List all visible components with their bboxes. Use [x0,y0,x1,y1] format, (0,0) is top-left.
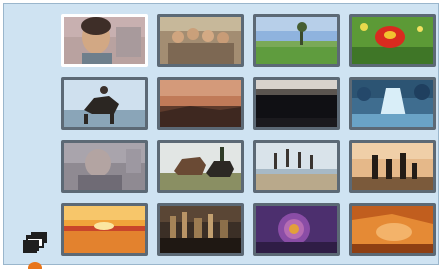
thumbnail-city-skyline[interactable] [157,203,244,256]
thumbnail-portrait-child[interactable] [61,14,148,67]
thumbnail-group-family[interactable] [157,14,244,67]
gallery-panel [3,3,439,265]
thumbnail-purple-flower[interactable] [253,203,340,256]
thumbnail-horse-rider[interactable] [61,77,148,130]
thumbnail-sunset-water[interactable] [61,203,148,256]
thumbnail-people-jumping-beach[interactable] [253,140,340,193]
thumbnail-landscape-tree[interactable] [253,14,340,67]
thumbnail-family-silhouettes[interactable] [349,140,436,193]
thumbnail-red-flower[interactable] [349,14,436,67]
thumbnail-orange-abstract[interactable] [349,203,436,256]
thumbnail-dark-landscape[interactable] [253,77,340,130]
thumbnail-portrait-faded[interactable] [61,140,148,193]
thumbnail-waterfall[interactable] [349,77,436,130]
thumbnail-horses-field[interactable] [157,140,244,193]
stacked-windows-icon [23,232,47,253]
view-toggle-button[interactable] [21,226,53,264]
thumbnail-grid [61,14,436,256]
thumbnail-sunset-shore[interactable] [157,77,244,130]
